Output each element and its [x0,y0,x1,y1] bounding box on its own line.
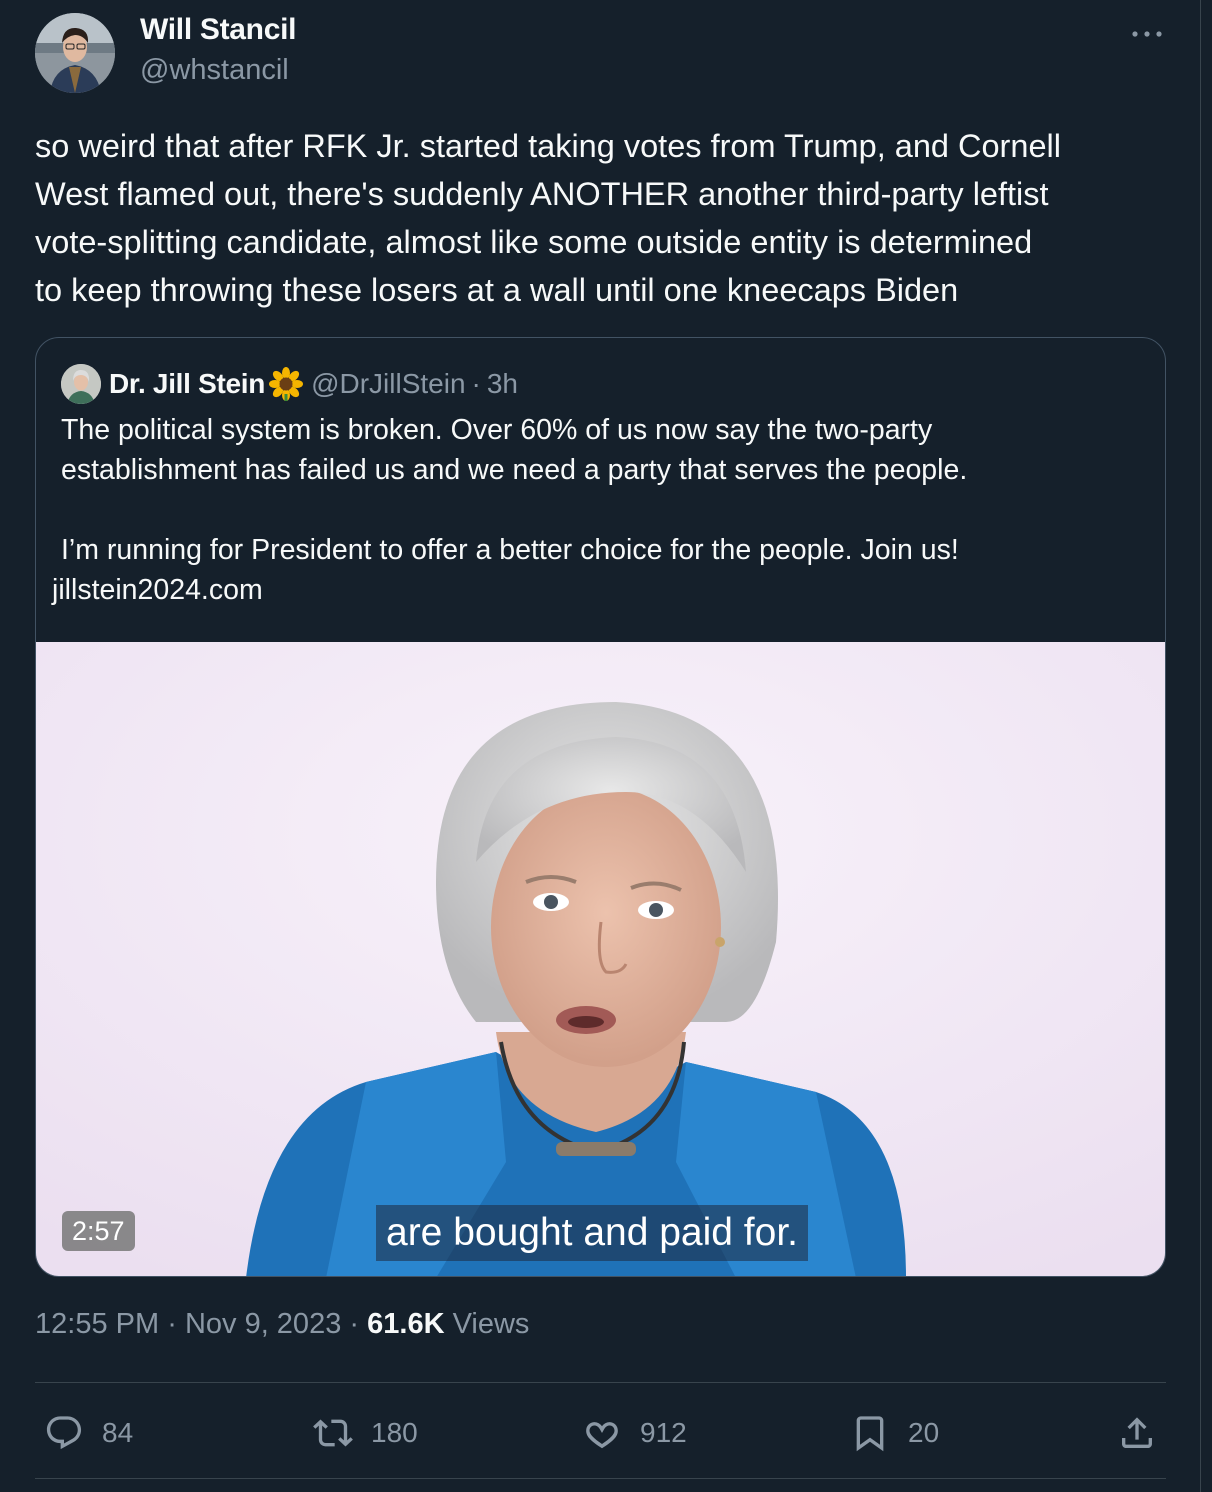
bookmark-count: 20 [908,1417,940,1448]
more-dots-icon[interactable] [1130,20,1164,48]
heart-icon [586,1422,618,1449]
quoted-author-handle[interactable]: @DrJillStein [311,368,465,400]
reply-icon [46,1416,82,1450]
quoted-text: The political system is broken. Over 60%… [52,410,1141,610]
quoted-text-line [61,490,1141,530]
author-handle[interactable]: @whstancil [140,54,289,87]
tweet-text-line: vote-splitting candidate, almost like so… [35,224,1033,260]
tweet-text-line: so weird that after RFK Jr. started taki… [35,128,1061,164]
reply-count: 84 [102,1417,134,1448]
share-button[interactable] [1117,1405,1157,1461]
retweet-icon [313,1419,353,1447]
action-bar: 84 180 912 20 [0,1405,1201,1461]
quoted-text-line: I’m running for President to offer a bet… [61,534,959,566]
quoted-tweet[interactable]: Dr. Jill Stein @DrJillStein · 3h The pol… [35,337,1166,1277]
retweet-count: 180 [371,1417,418,1448]
divider [35,1478,1166,1479]
quoted-text-line: The political system is broken. Over 60%… [61,414,933,446]
tweet-meta: 12:55 PM · Nov 9, 2023 · 61.6K Views [35,1308,529,1341]
views-count[interactable]: 61.6K [367,1308,444,1340]
meta-separator: · [167,1308,177,1340]
tweet-time[interactable]: 12:55 PM [35,1308,159,1340]
video-frame [36,642,1165,1276]
like-button[interactable]: 912 [582,1405,687,1461]
author-avatar[interactable] [35,13,115,93]
sunflower-icon [269,367,304,401]
tweet-detail: Will Stancil @whstancil so weird that af… [0,0,1201,1492]
tweet-text: so weird that after RFK Jr. started taki… [35,122,1175,314]
video-duration-badge: 2:57 [62,1211,135,1251]
quoted-header: Dr. Jill Stein @DrJillStein · 3h [109,364,518,404]
quoted-author-name[interactable]: Dr. Jill Stein [109,368,265,400]
quoted-separator: · [471,368,481,399]
reply-button[interactable]: 84 [44,1405,133,1461]
meta-separator: · [349,1308,360,1340]
quoted-author-avatar[interactable] [61,364,101,404]
divider [35,1382,1166,1383]
quoted-timestamp[interactable]: 3h [487,368,518,400]
like-count: 912 [640,1417,687,1448]
tweet-text-line: West flamed out, there's suddenly ANOTHE… [35,176,1049,212]
bookmark-button[interactable]: 20 [850,1405,939,1461]
tweet-text-line: to keep throwing these losers at a wall … [35,272,959,308]
quoted-text-line: establishment has failed us and we need … [61,454,968,486]
video-caption: are bought and paid for. [376,1205,808,1261]
author-name[interactable]: Will Stancil [140,13,296,47]
retweet-button[interactable]: 180 [313,1405,418,1461]
bookmark-icon [856,1416,884,1452]
video-player[interactable]: 2:57 are bought and paid for. [36,642,1165,1276]
views-label: Views [452,1308,530,1340]
quoted-link[interactable]: jillstein2024.com [52,570,1141,610]
share-icon [1122,1417,1152,1448]
tweet-date[interactable]: Nov 9, 2023 [185,1308,341,1340]
